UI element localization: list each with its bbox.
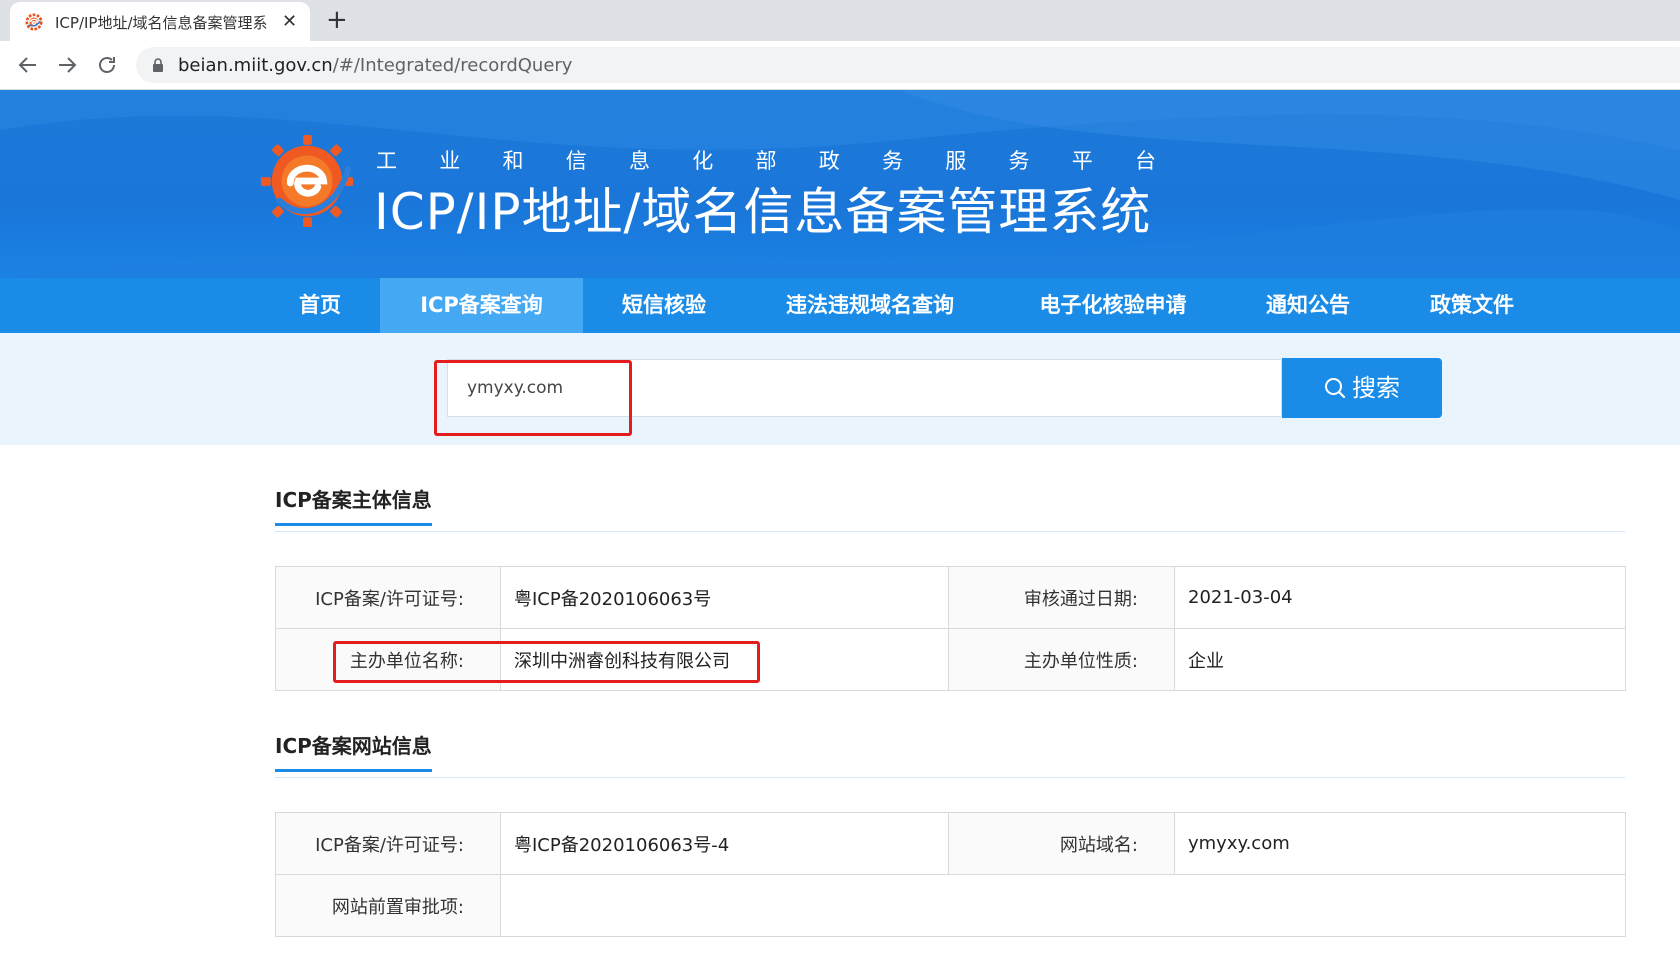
approval-date-label: 审核通过日期: bbox=[948, 566, 1175, 629]
site-subtitle: 工 业 和 信 息 化 部 政 务 服 务 平 台 bbox=[376, 148, 1156, 174]
subtitle-char: 务 bbox=[1008, 149, 1030, 173]
browser-tab[interactable]: ICP/IP地址/域名信息备案管理系 ✕ bbox=[10, 2, 310, 41]
tab-close-icon[interactable]: ✕ bbox=[282, 11, 297, 33]
highlight-box-organizer bbox=[333, 641, 760, 683]
subtitle-char: 务 bbox=[882, 149, 903, 173]
main-nav: 首页 ICP备案查询 短信核验 违法违规域名查询 电子化核验申请 通知公告 政策… bbox=[0, 278, 1680, 333]
subtitle-char: 业 bbox=[439, 149, 461, 173]
approval-date-value: 2021-03-04 bbox=[1174, 566, 1626, 629]
website-section-title: ICP备案网站信息 bbox=[275, 733, 432, 772]
site-header: 工 业 和 信 息 化 部 政 务 服 务 平 台 ICP/IP地址/域名信息备… bbox=[0, 90, 1680, 278]
subtitle-char: 信 bbox=[565, 149, 587, 173]
nav-item-home[interactable]: 首页 bbox=[266, 278, 374, 333]
nav-item-notices[interactable]: 通知公告 bbox=[1248, 278, 1368, 333]
nav-item-illegal-domain[interactable]: 违法违规域名查询 bbox=[764, 278, 976, 333]
website-info-table: ICP备案/许可证号: 粤ICP备2020106063号-4 网站域名: ymy… bbox=[275, 812, 1626, 937]
nav-item-policy[interactable]: 政策文件 bbox=[1410, 278, 1534, 333]
subtitle-char: 工 bbox=[376, 149, 397, 173]
site-title: ICP/IP地址/域名信息备案管理系统 bbox=[374, 183, 1152, 241]
subtitle-char: 服 bbox=[945, 149, 967, 173]
organizer-type-label: 主办单位性质: bbox=[948, 628, 1175, 691]
domain-label: 网站域名: bbox=[948, 812, 1175, 875]
license-label: ICP备案/许可证号: bbox=[275, 566, 501, 629]
subtitle-char: 政 bbox=[818, 149, 840, 173]
subtitle-char: 息 bbox=[629, 149, 650, 173]
address-bar[interactable]: beian.miit.gov.cn/#/Integrated/recordQue… bbox=[136, 47, 1680, 83]
section-divider bbox=[275, 777, 1625, 778]
subtitle-char: 部 bbox=[755, 149, 777, 173]
site-favicon-icon bbox=[25, 13, 43, 31]
search-button-label: 搜索 bbox=[1352, 374, 1400, 402]
forward-arrow-icon[interactable] bbox=[55, 53, 79, 77]
search-band: 搜索 bbox=[0, 333, 1680, 445]
table-row: ICP备案/许可证号: 粤ICP备2020106063号 审核通过日期: 202… bbox=[275, 566, 1626, 629]
nav-item-sms-verify[interactable]: 短信核验 bbox=[600, 278, 728, 333]
browser-toolbar: beian.miit.gov.cn/#/Integrated/recordQue… bbox=[0, 41, 1680, 90]
lock-icon bbox=[153, 58, 163, 72]
reload-icon[interactable] bbox=[95, 53, 119, 77]
search-icon bbox=[1325, 378, 1346, 399]
search-button[interactable]: 搜索 bbox=[1282, 358, 1442, 418]
section-divider bbox=[275, 531, 1625, 532]
miit-logo-icon bbox=[260, 134, 354, 228]
site-license-label: ICP备案/许可证号: bbox=[275, 812, 501, 875]
highlight-box-search bbox=[434, 360, 632, 436]
browser-tab-bar: ICP/IP地址/域名信息备案管理系 ✕ + bbox=[0, 0, 1680, 41]
url-host: beian.miit.gov.cn bbox=[178, 55, 333, 76]
subtitle-char: 平 bbox=[1071, 149, 1093, 173]
subtitle-char: 化 bbox=[692, 149, 714, 173]
nav-item-electronic-verify[interactable]: 电子化核验申请 bbox=[1013, 278, 1213, 333]
new-tab-icon[interactable]: + bbox=[326, 5, 348, 35]
pre-approval-label: 网站前置审批项: bbox=[275, 874, 501, 937]
domain-value: ymyxy.com bbox=[1174, 812, 1626, 875]
table-row: 网站前置审批项: bbox=[275, 874, 1626, 937]
table-row: ICP备案/许可证号: 粤ICP备2020106063号-4 网站域名: ymy… bbox=[275, 812, 1626, 875]
subtitle-char: 台 bbox=[1135, 149, 1156, 173]
license-value: 粤ICP备2020106063号 bbox=[500, 566, 949, 629]
subject-section-title: ICP备案主体信息 bbox=[275, 487, 432, 526]
url-path: /#/Integrated/recordQuery bbox=[332, 55, 573, 76]
site-license-value: 粤ICP备2020106063号-4 bbox=[500, 812, 949, 875]
subtitle-char: 和 bbox=[502, 149, 524, 173]
back-arrow-icon[interactable] bbox=[16, 53, 40, 77]
nav-item-icp-query[interactable]: ICP备案查询 bbox=[380, 278, 583, 333]
organizer-type-value: 企业 bbox=[1174, 628, 1626, 691]
tab-title: ICP/IP地址/域名信息备案管理系 bbox=[55, 14, 268, 32]
pre-approval-value bbox=[500, 874, 1626, 937]
url-text: beian.miit.gov.cn/#/Integrated/recordQue… bbox=[178, 55, 572, 77]
